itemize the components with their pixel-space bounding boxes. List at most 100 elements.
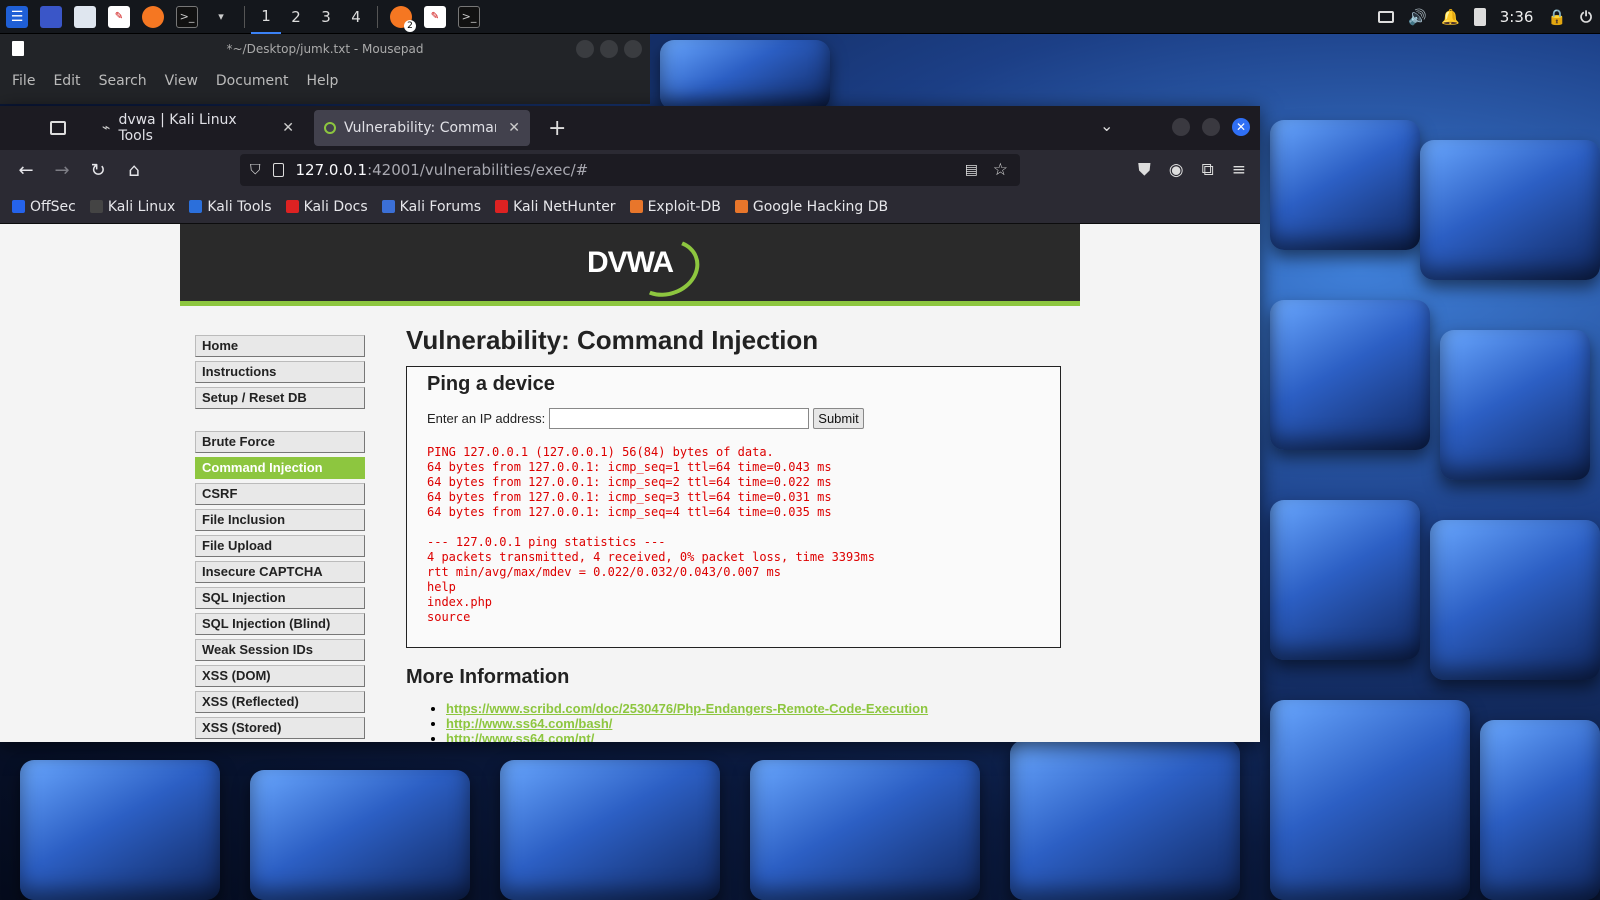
workspace-1[interactable]: 1 <box>251 0 281 34</box>
reference-link[interactable]: http://www.ss64.com/bash/ <box>446 716 612 731</box>
account-icon[interactable]: ◉ <box>1169 160 1184 180</box>
bookmark-item[interactable]: OffSec <box>12 199 76 215</box>
sidebar-item-xss-reflected[interactable]: XSS (Reflected) <box>195 691 365 713</box>
close-tab-icon[interactable]: ✕ <box>282 120 294 136</box>
show-desktop-icon[interactable] <box>40 5 62 28</box>
hamburger-menu-icon[interactable]: ≡ <box>1232 160 1246 180</box>
list-all-tabs-icon[interactable]: ⌄ <box>1100 116 1113 135</box>
forward-button[interactable]: → <box>44 160 80 181</box>
sidebar-item-home[interactable]: Home <box>195 335 365 357</box>
tab-command-injection[interactable]: Vulnerability: Command I ✕ <box>314 110 530 146</box>
maximize-button[interactable] <box>1202 118 1220 136</box>
bookmark-item[interactable]: Kali NetHunter <box>495 198 616 215</box>
menu-document[interactable]: Document <box>216 73 289 89</box>
new-tab-button[interactable]: + <box>548 116 566 141</box>
page-icon[interactable] <box>272 163 284 177</box>
sidebar-item-csrf[interactable]: CSRF <box>195 483 365 505</box>
close-button[interactable] <box>624 40 642 58</box>
mousepad-title: *~/Desktop/jumk.txt - Mousepad <box>226 42 424 56</box>
power-icon[interactable]: ⏻ <box>1580 8 1592 26</box>
tab-label: Vulnerability: Command I <box>344 120 496 136</box>
reference-link[interactable]: https://www.scribd.com/doc/2530476/Php-E… <box>446 701 928 716</box>
bookmark-item[interactable]: Kali Forums <box>381 199 481 215</box>
sidebar-item-instructions[interactable]: Instructions <box>195 361 365 383</box>
shield-icon[interactable]: ⛉ <box>250 162 261 178</box>
url-bar[interactable]: ⛉ 127.0.0.1:42001/vulnerabilities/exec/#… <box>240 154 1020 186</box>
more-info-links: https://www.scribd.com/doc/2530476/Php-E… <box>406 701 1061 742</box>
bookmark-item[interactable]: Kali Docs <box>285 199 368 215</box>
dvwa-main: Home Instructions Setup / Reset DB Brute Fo… <box>180 311 1080 742</box>
firefox-view-icon[interactable] <box>50 121 66 135</box>
section-title: Ping a device <box>427 373 555 395</box>
battery-icon[interactable] <box>1473 8 1486 26</box>
reload-button[interactable]: ↻ <box>80 160 116 181</box>
bookmark-item[interactable]: Exploit-DB <box>629 199 721 215</box>
minimize-button[interactable] <box>576 40 594 58</box>
ip-input[interactable] <box>549 408 810 429</box>
pocket-icon[interactable]: ⛊ <box>1138 160 1151 180</box>
reference-link[interactable]: http://www.ss64.com/nt/ <box>446 731 594 742</box>
workspace-3[interactable]: 3 <box>311 8 341 26</box>
sidebar-item-file-inclusion[interactable]: File Inclusion <box>195 509 365 531</box>
terminal-icon[interactable]: >_ <box>176 5 198 28</box>
sidebar-item-sql-injection-blind[interactable]: SQL Injection (Blind) <box>195 613 365 635</box>
url-text[interactable]: 127.0.0.1:42001/vulnerabilities/exec/# <box>296 161 589 179</box>
clock[interactable]: 3:36 <box>1500 8 1534 26</box>
maximize-button[interactable] <box>600 40 618 58</box>
lock-icon[interactable]: 🔒 <box>1547 8 1566 26</box>
sidebar-item-xss-stored[interactable]: XSS (Stored) <box>195 717 365 739</box>
mousepad-app-icon <box>12 41 24 56</box>
sidebar-menu: Home Instructions Setup / Reset DB Brute Fo… <box>195 335 365 742</box>
dvwa-favicon-icon <box>324 122 336 134</box>
bookmark-favicon-icon <box>89 200 103 213</box>
sidebar-item-file-upload[interactable]: File Upload <box>195 535 365 557</box>
reader-view-icon[interactable]: ▤ <box>965 162 978 178</box>
firefox-window-icon[interactable]: 2 <box>390 5 416 32</box>
menu-edit[interactable]: Edit <box>53 73 80 89</box>
bookmark-item[interactable]: Kali Tools <box>189 199 272 215</box>
firefox-icon[interactable] <box>142 5 164 28</box>
sidebar-item-insecure-captcha[interactable]: Insecure CAPTCHA <box>195 561 365 583</box>
workspace-4[interactable]: 4 <box>341 8 371 26</box>
kali-menu-icon[interactable]: ☰ <box>6 5 28 28</box>
back-button[interactable]: ← <box>8 160 44 181</box>
display-icon[interactable] <box>1378 11 1395 23</box>
menu-view[interactable]: View <box>165 73 198 89</box>
close-tab-icon[interactable]: ✕ <box>508 120 520 136</box>
home-button[interactable]: ⌂ <box>116 160 152 181</box>
bookmark-item[interactable]: Google Hacking DB <box>734 199 888 215</box>
list-item: http://www.ss64.com/bash/ <box>446 716 1061 731</box>
tab-dvwa-kali-tools[interactable]: ⌁ dvwa | Kali Linux Tools ✕ <box>92 110 304 146</box>
sidebar-item-brute-force[interactable]: Brute Force <box>195 431 365 453</box>
file-manager-icon[interactable] <box>74 5 96 28</box>
menu-help[interactable]: Help <box>306 73 338 89</box>
sidebar-item-weak-session-ids[interactable]: Weak Session IDs <box>195 639 365 661</box>
sidebar-item-sql-injection[interactable]: SQL Injection <box>195 587 365 609</box>
mousepad-titlebar[interactable]: *~/Desktop/jumk.txt - Mousepad <box>0 34 650 64</box>
extensions-icon[interactable]: ⧉ <box>1202 160 1214 180</box>
bookmark-item[interactable]: Kali Linux <box>89 199 175 215</box>
sidebar-item-command-injection[interactable]: Command Injection <box>195 457 365 479</box>
menu-file[interactable]: File <box>12 73 35 89</box>
bookmark-label: Kali NetHunter <box>513 198 616 215</box>
tab-label: dvwa | Kali Linux Tools <box>118 112 237 144</box>
volume-icon[interactable]: 🔊 <box>1408 8 1427 26</box>
sidebar-item-xss-dom[interactable]: XSS (DOM) <box>195 665 365 687</box>
notification-bell-icon[interactable]: 🔔 <box>1441 8 1460 26</box>
ip-label: Enter an IP address: <box>427 411 546 426</box>
submit-button[interactable]: Submit <box>813 408 864 429</box>
close-window-button[interactable]: ✕ <box>1232 118 1250 136</box>
workspace-2[interactable]: 2 <box>281 8 311 26</box>
sidebar-item-setup-reset-db[interactable]: Setup / Reset DB <box>195 387 365 409</box>
command-output: PING 127.0.0.1 (127.0.0.1) 56(84) bytes … <box>427 445 875 624</box>
window-count-badge: 2 <box>404 19 416 32</box>
bookmark-star-icon[interactable]: ☆ <box>993 160 1008 180</box>
minimize-button[interactable] <box>1172 118 1190 136</box>
text-editor-icon[interactable]: ✎ <box>108 5 130 28</box>
mousepad-window-icon[interactable]: ✎ <box>424 5 446 28</box>
dvwa-header: DVWA <box>180 224 1080 306</box>
url-host: 127.0.0.1 <box>295 161 368 179</box>
menu-search[interactable]: Search <box>99 73 147 89</box>
chevron-down-icon[interactable]: ▾ <box>210 6 232 28</box>
terminal-window-icon[interactable]: >_ <box>458 5 480 28</box>
